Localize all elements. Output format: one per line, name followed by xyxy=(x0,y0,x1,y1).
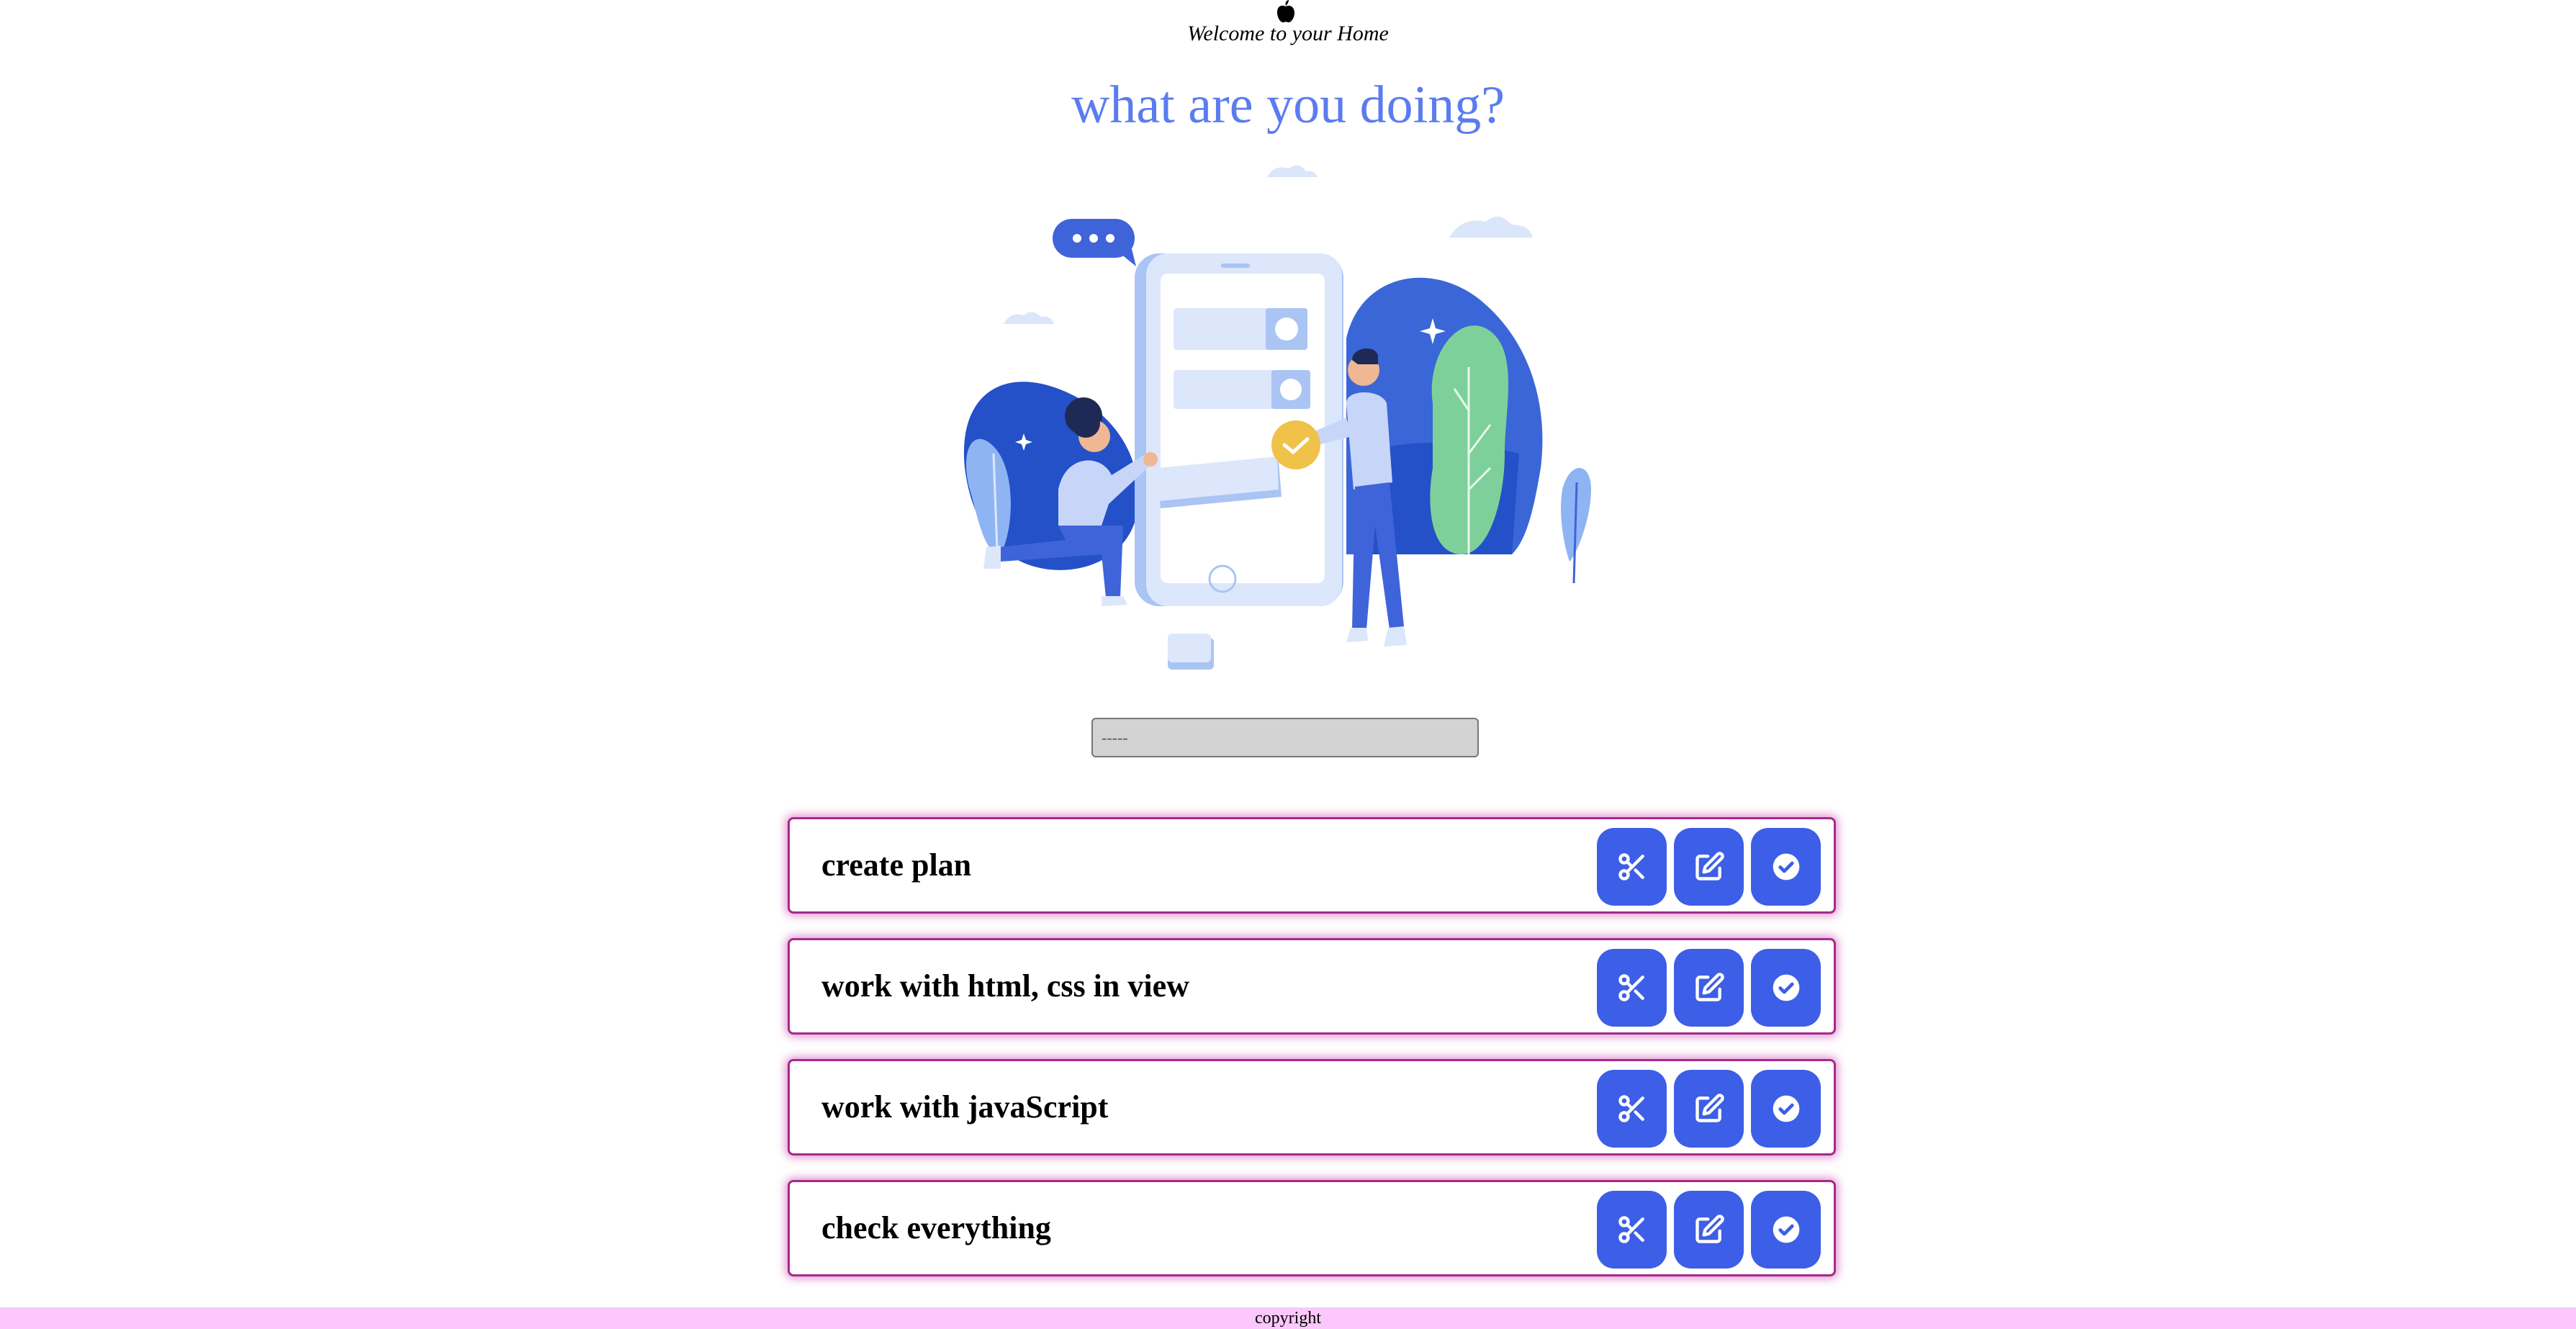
edit-icon xyxy=(1695,1215,1724,1243)
todo-actions xyxy=(1597,1191,1821,1269)
todo-actions xyxy=(1597,949,1821,1027)
check-circle-icon xyxy=(1773,853,1799,880)
todo-text: work with javaScript xyxy=(821,1089,1109,1125)
check-circle-icon xyxy=(1773,1095,1799,1122)
scissors-icon xyxy=(1618,1216,1644,1243)
todo-list: create plan work with html, css in view … xyxy=(788,817,1836,1301)
edit-icon xyxy=(1695,1094,1724,1122)
task-input[interactable] xyxy=(1091,718,1479,757)
delete-button[interactable] xyxy=(1597,828,1667,906)
scissors-icon xyxy=(1618,1095,1644,1122)
delete-button[interactable] xyxy=(1597,949,1667,1027)
check-circle-icon xyxy=(1773,974,1799,1001)
scissors-icon xyxy=(1618,974,1644,1001)
complete-button[interactable] xyxy=(1751,949,1821,1027)
todo-item: work with javaScript xyxy=(788,1059,1836,1155)
footer: copyright xyxy=(0,1307,2576,1329)
edit-button[interactable] xyxy=(1674,1191,1744,1269)
scissors-icon xyxy=(1618,853,1644,880)
todo-actions xyxy=(1597,1070,1821,1148)
edit-button[interactable] xyxy=(1674,949,1744,1027)
todo-actions xyxy=(1597,828,1821,906)
todo-item: create plan xyxy=(788,817,1836,914)
edit-icon xyxy=(1695,973,1724,1001)
todo-text: check everything xyxy=(821,1210,1051,1245)
complete-button[interactable] xyxy=(1751,1191,1821,1269)
copyright-text: copyright xyxy=(1255,1309,1321,1328)
todo-item: check everything xyxy=(788,1180,1836,1276)
check-circle-icon xyxy=(1773,1216,1799,1243)
welcome-text: Welcome to your Home xyxy=(1187,22,1389,45)
page-title: what are you doing? xyxy=(1071,76,1505,135)
delete-button[interactable] xyxy=(1597,1070,1667,1148)
todo-item: work with html, css in view xyxy=(788,938,1836,1035)
apple-icon xyxy=(1277,0,1294,23)
delete-button[interactable] xyxy=(1597,1191,1667,1269)
complete-button[interactable] xyxy=(1751,1070,1821,1148)
task-illustration xyxy=(963,165,1591,670)
edit-icon xyxy=(1695,852,1724,880)
complete-button[interactable] xyxy=(1751,828,1821,906)
todo-text: create plan xyxy=(821,847,972,883)
edit-button[interactable] xyxy=(1674,828,1744,906)
todo-text: work with html, css in view xyxy=(821,968,1189,1004)
page: Welcome to your Home what are you doing? xyxy=(0,0,2576,1329)
edit-button[interactable] xyxy=(1674,1070,1744,1148)
